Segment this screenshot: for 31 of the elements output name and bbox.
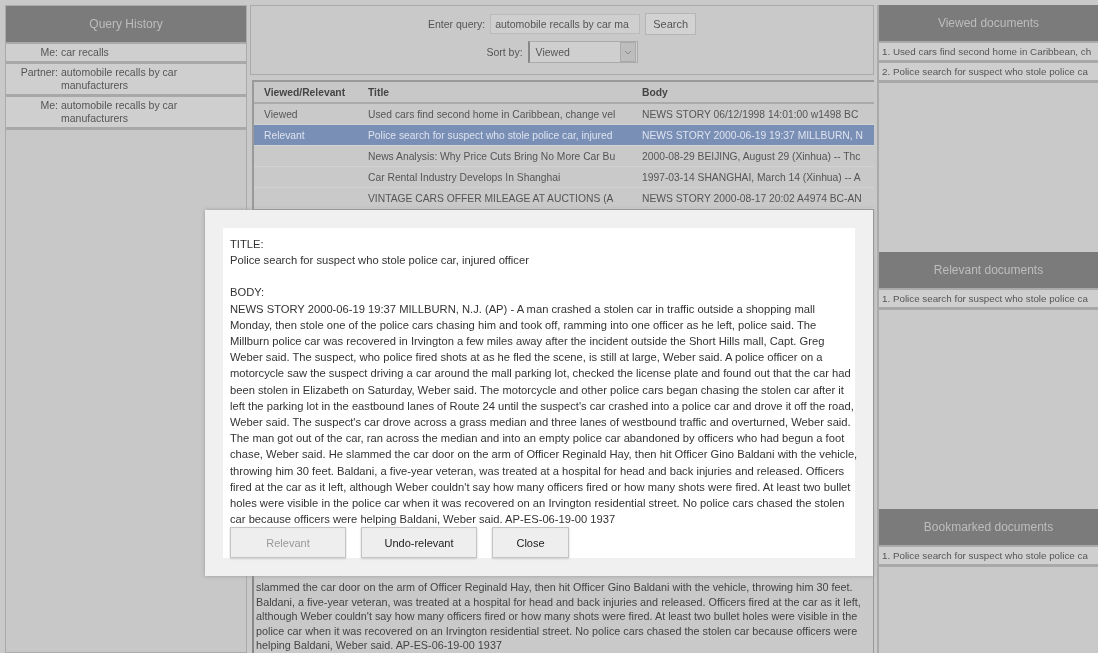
document-item[interactable]: 1. Police search for suspect who stole police ca: [879, 547, 1098, 567]
column-header: Title: [367, 86, 390, 98]
caret-icon: [619, 42, 636, 62]
panel-header: Viewed documents: [879, 5, 1098, 43]
result-row[interactable]: Relevant Police search for suspect who stole police car, injured NEWS STORY 2000-06-19 19:37 MILLBURN, N: [254, 125, 874, 146]
document-body: NEWS STORY 2000-06-19 19:37 MILLBURN, N.J. (AP) - A man crashed a stolen car in traffic outside a shopping mall Monday, then stole one of the police cars chasing him and took off, ramming into one officer as he left, police said. The Millburn police car was recovered in Irvington a few miles away after the incident outside the Short Hills mall, Capt. Greg Weber said. The suspect, who police fired shots at as he fled the scene, is still at large, Weber said. A police officer on a motorcycle saw the suspect driving a car around the mall parking lot, checked the license plate and found out that the car had been stolen in Elizabeth on Saturday, Weber said. The motorcycle and other police cars began chasing the stolen car after it left the parking lot in the eastbound lanes of Route 24 until the suspect's car crashed into a police car and drove it off the road, Weber said. The suspect's car drove across a grass median and three lanes of westbound traffic and overturned, Weber said. The man got out of the car, ran across the median and into an empty police car abandoned by officers who had begun a foot chase, Weber said. He slammed the car door on the arm of Officer Reginald Hay, then hit Officer Gino Baldani with the vehicle, throwing him 30 feet. Baldani, a five-year veteran, was treated at a hospital for head and back injuries and released. Officers fired at the car as it left, although Weber couldn't say how many officers fired or how many shots were fired. At least two bullet holes were visible in the police car when it was recovered on an Irvington residential street. No police cars chased the stolen car because officers were helping Baldani, Weber said. AP-ES-06-19-00 1937: [230, 301, 858, 528]
sort-label: Sort by:: [486, 46, 523, 58]
query-field[interactable]: automobile recalls by car ma: [490, 14, 641, 34]
panel-header: Relevant documents: [879, 252, 1098, 290]
document-item[interactable]: 1. Police search for suspect who stole police ca: [879, 290, 1098, 310]
speaker-label: Me:: [39, 99, 59, 113]
search-button[interactable]: Search: [645, 13, 697, 35]
dialog-button[interactable]: Undo-relevant: [361, 527, 477, 559]
document-item[interactable]: 1. Used cars find second home in Caribbean, ch: [879, 43, 1098, 63]
query-text[interactable]: automobile recalls by car manufacturers: [61, 99, 191, 125]
query-text[interactable]: automobile recalls by car manufacturers: [61, 66, 191, 92]
title-label: TITLE:: [230, 237, 265, 252]
body-label: BODY:: [230, 285, 266, 301]
panel-header: Bookmarked documents: [879, 509, 1098, 547]
document-preview-text: slammed the car door on the arm of Officer Reginald Hay, then hit Officer Gino Baldani with the vehicle, throwing him 30 feet. Baldani, a five-year veteran, was treated at a hospital for head and back injuries and released. Officers fired at the car as it left, although Weber couldn't say how many officers fired or how many shots were fired. At least two bullet holes were visible in the police car when it was recovered on an Irvington residential street. No police cars chased the stolen car because officers were helping Baldani, Weber said. AP-ES-06-19-00 1937: [255, 580, 862, 653]
query-label: Enter query:: [427, 18, 486, 30]
panel-header: Query History: [6, 6, 246, 44]
column-header: Body: [641, 86, 669, 98]
document-title: Police search for suspect who stole police car, injured officer: [230, 253, 530, 269]
dialog-button[interactable]: Close: [492, 527, 569, 559]
document-item[interactable]: 2. Police search for suspect who stole police ca: [879, 63, 1098, 83]
speaker-label: Partner:: [19, 66, 59, 80]
query-text[interactable]: car recalls: [61, 46, 191, 59]
speaker-label: Me:: [39, 46, 59, 59]
column-header: Viewed/Relevant: [263, 86, 347, 98]
sort-dropdown[interactable]: Viewed: [527, 41, 638, 63]
